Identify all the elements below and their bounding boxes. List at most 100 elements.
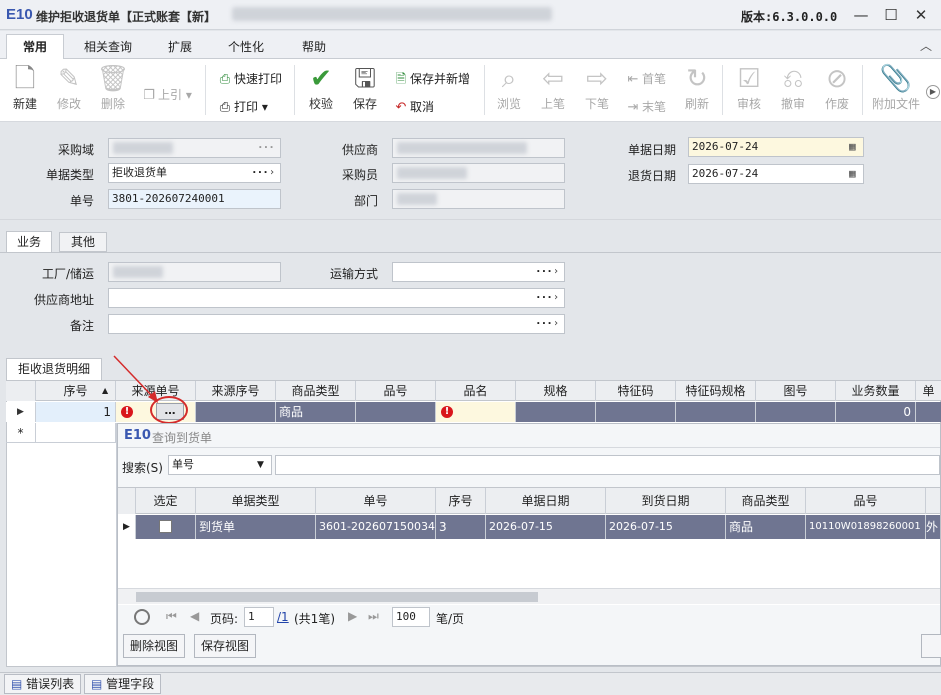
transport-field[interactable]: ··· › (392, 262, 565, 282)
popup-col-doc-type[interactable]: 单据类型 (196, 488, 316, 514)
popup-col-item-no[interactable]: 品号 (806, 488, 926, 514)
calendar-icon[interactable]: ▦ (849, 165, 856, 183)
print-button[interactable]: ⎙ 打印 ▾ (216, 97, 268, 117)
popup-item-no-cell[interactable]: 10110W01898260001 (806, 515, 926, 539)
supplier-field[interactable] (392, 138, 565, 158)
dept-field[interactable] (392, 189, 565, 209)
tab-reject-return-detail[interactable]: 拒收退货明细 (6, 358, 102, 380)
next-record-button[interactable]: ⇨ 下笔 (576, 63, 618, 112)
chevron-right-icon[interactable]: › (269, 164, 275, 182)
collapse-ribbon-icon[interactable]: ︿ (920, 37, 932, 54)
column-header-business-qty[interactable]: 业务数量 (836, 381, 916, 401)
ellipsis-icon[interactable]: ··· (251, 164, 269, 182)
close-button[interactable]: ✕ (910, 4, 932, 26)
search-input[interactable] (275, 455, 940, 475)
popup-col-doc-no[interactable]: 单号 (316, 488, 436, 514)
approve-button[interactable]: ☑ 审核 (728, 63, 770, 112)
minimize-button[interactable]: — (850, 4, 872, 26)
tab-help[interactable]: 帮助 (286, 36, 342, 58)
cancel-button[interactable]: ↶ 取消 (392, 97, 434, 117)
doc-type-field[interactable]: 拒收退货单 ··· › (108, 163, 281, 183)
detail-drawing-no-cell[interactable] (756, 402, 836, 422)
chevron-right-icon[interactable]: › (553, 263, 559, 281)
new-button[interactable]: 🗋 新建 (4, 63, 46, 112)
column-header-product-type[interactable]: 商品类型 (276, 381, 356, 401)
total-pages-link[interactable]: /1 (277, 610, 289, 624)
popup-product-type-cell[interactable]: 商品 (726, 515, 806, 539)
doc-no-field[interactable]: 3801-202607240001 (108, 189, 281, 209)
chevron-right-icon[interactable]: › (553, 315, 559, 333)
tab-business[interactable]: 业务 (6, 231, 52, 253)
page-input[interactable]: 1 (244, 607, 274, 627)
tab-common[interactable]: 常用 (6, 34, 65, 60)
save-view-button[interactable]: 保存视图 (194, 634, 257, 658)
popup-select-cell[interactable] (136, 515, 196, 539)
plant-field[interactable] (108, 262, 281, 282)
ellipsis-icon[interactable]: ··· (535, 315, 553, 333)
popup-col-arrival-date[interactable]: 到货日期 (606, 488, 726, 514)
column-header-item-name[interactable]: 品名 (436, 381, 516, 401)
column-header-drawing-no[interactable]: 图号 (756, 381, 836, 401)
popup-col-product-type[interactable]: 商品类型 (726, 488, 806, 514)
delete-view-button[interactable]: 删除视图 (123, 634, 186, 658)
popup-col-seq[interactable]: 序号 (436, 488, 486, 514)
column-header-spec[interactable]: 规格 (516, 381, 596, 401)
next-page-icon[interactable]: ▶ (348, 609, 357, 623)
detail-spec-cell[interactable] (516, 402, 596, 422)
tab-error-list[interactable]: ▤ 错误列表 (4, 674, 82, 694)
buyer-field[interactable] (392, 163, 565, 183)
tab-related-query[interactable]: 相关查询 (68, 36, 148, 58)
prev-record-button[interactable]: ⇦ 上笔 (532, 63, 574, 112)
detail-item-no-cell[interactable] (356, 402, 436, 422)
attach-button[interactable]: 📎 附加文件 (868, 63, 924, 112)
maximize-button[interactable]: ☐ (880, 4, 902, 26)
refresh-button[interactable]: ↻ 刷新 (676, 63, 718, 112)
detail-seq-cell[interactable]: 1 (36, 402, 116, 422)
return-date-field[interactable]: 2026-07-24 ▦ (688, 164, 864, 184)
search-field-select[interactable]: 单号 ▼ (168, 455, 272, 475)
new-row-seq-cell[interactable] (36, 423, 116, 443)
purchase-domain-field[interactable]: ··· (108, 138, 281, 158)
tab-personalize[interactable]: 个性化 (212, 36, 280, 58)
popup-col-doc-date[interactable]: 单据日期 (486, 488, 606, 514)
column-header-feature-code[interactable]: 特征码 (596, 381, 676, 401)
unapprove-button[interactable]: ⎌ 撤审 (772, 63, 814, 112)
detail-feature-spec-cell[interactable] (676, 402, 756, 422)
edit-button[interactable]: ✎ 修改 (48, 63, 90, 112)
quick-print-button[interactable]: ⎙ 快速打印 (216, 69, 282, 89)
prev-page-icon[interactable]: ◀ (190, 609, 199, 623)
toolbar-more-icon[interactable]: ▶ (926, 85, 940, 99)
column-header-unit[interactable]: 单 (916, 381, 941, 401)
popup-doc-type-cell[interactable]: 到货单 (196, 515, 316, 539)
column-header-feature-spec[interactable]: 特征码规格 (676, 381, 756, 401)
tab-management-fields[interactable]: ▤ 管理字段 (84, 674, 162, 694)
delete-button[interactable]: 🗑 删除 (92, 63, 134, 112)
popup-col-extra[interactable] (926, 488, 940, 514)
chevron-right-icon[interactable]: › (553, 289, 559, 307)
browse-button[interactable]: ⌕ 浏览 (488, 63, 530, 112)
popup-arrival-date-cell[interactable]: 2026-07-15 (606, 515, 726, 539)
last-page-icon[interactable]: ⏭ (368, 609, 379, 624)
row-select-checkbox[interactable] (159, 520, 172, 533)
tab-other[interactable]: 其他 (59, 232, 107, 252)
save-new-button[interactable]: 🗎 保存并新增 (392, 69, 470, 89)
prev-lead-button[interactable]: ❐ 上引 ▾ (140, 85, 192, 105)
reload-icon[interactable] (134, 609, 150, 625)
detail-qty-cell[interactable]: 0 (836, 402, 916, 422)
save-button[interactable]: 🖫 保存 (344, 63, 386, 112)
scrollbar-thumb[interactable] (136, 592, 538, 602)
first-record-button[interactable]: ⇤ 首笔 (624, 69, 666, 89)
ellipsis-icon[interactable]: ··· (535, 263, 553, 281)
void-button[interactable]: ⊘ 作废 (816, 63, 858, 112)
popup-doc-no-cell[interactable]: 3601-202607150034 (316, 515, 436, 539)
popup-extra-cell[interactable]: 外 (926, 515, 940, 539)
ellipsis-icon[interactable]: ··· (535, 289, 553, 307)
column-header-item-no[interactable]: 品号 (356, 381, 436, 401)
tab-extend[interactable]: 扩展 (152, 36, 208, 58)
first-page-icon[interactable]: ⏮ (166, 609, 177, 624)
popup-col-select[interactable]: 选定 (136, 488, 196, 514)
popup-doc-date-cell[interactable]: 2026-07-15 (486, 515, 606, 539)
popup-seq-cell[interactable]: 3 (436, 515, 486, 539)
doc-date-field[interactable]: 2026-07-24 ▦ (688, 137, 864, 157)
detail-feature-code-cell[interactable] (596, 402, 676, 422)
